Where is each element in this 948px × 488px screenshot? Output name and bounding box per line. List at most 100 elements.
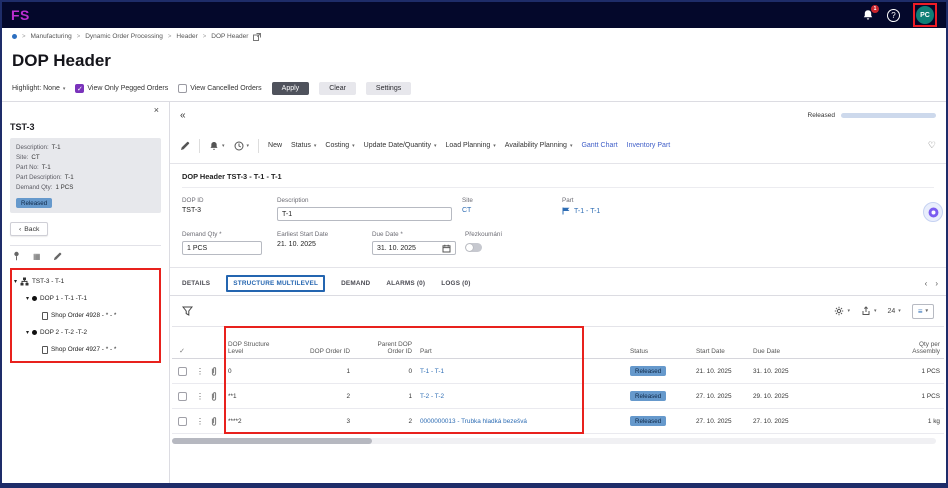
tree-node-dop1[interactable]: ▾ DOP 1 - T-1 -T-1 bbox=[14, 290, 157, 307]
notifications-button[interactable]: 1 bbox=[862, 5, 879, 21]
attachment-icon[interactable] bbox=[210, 366, 220, 377]
tree-expand-icon[interactable]: ▾ bbox=[26, 295, 29, 302]
home-dot-icon[interactable] bbox=[12, 34, 17, 39]
view-only-pegged-checkbox[interactable]: ✓ View Only Pegged Orders bbox=[75, 84, 168, 93]
attachment-icon[interactable] bbox=[210, 416, 220, 427]
inventory-part-link[interactable]: Inventory Part bbox=[627, 142, 671, 149]
col-header-order-id[interactable]: DOP Order ID bbox=[300, 326, 354, 359]
costing-dropdown[interactable]: Costing ▾ bbox=[325, 142, 354, 149]
review-label: Přezkoumání bbox=[465, 231, 503, 238]
availability-planning-dropdown[interactable]: Availability Planning ▾ bbox=[505, 142, 573, 149]
tabs-scroll-left-icon[interactable]: ‹ bbox=[925, 279, 928, 288]
alarms-dropdown[interactable]: ▾ bbox=[209, 141, 225, 151]
page-size-dropdown[interactable]: 24 ▾ bbox=[888, 308, 901, 315]
col-header-level[interactable]: DOP Structure Level bbox=[224, 326, 300, 359]
breadcrumb-item-dop[interactable]: Dynamic Order Processing bbox=[85, 33, 163, 40]
assistant-button[interactable] bbox=[923, 202, 943, 222]
row-menu-icon[interactable]: ⋮ bbox=[196, 392, 204, 401]
col-header-start[interactable]: Start Date bbox=[692, 326, 749, 359]
new-button[interactable]: New bbox=[268, 142, 282, 149]
cell-level: **1 bbox=[224, 383, 300, 409]
title-bar: DOP Header bbox=[2, 45, 946, 76]
col-header-parent[interactable]: Parent DOP Order ID bbox=[354, 326, 416, 359]
back-button[interactable]: ‹ Back bbox=[10, 222, 49, 236]
table-row[interactable]: ⋮ **1 2 1 T-2 - T-2 Released 27. 10. 202… bbox=[172, 383, 944, 409]
row-menu-icon[interactable]: ⋮ bbox=[196, 417, 204, 426]
external-link-icon[interactable] bbox=[253, 32, 262, 41]
site-link[interactable]: CT bbox=[462, 207, 562, 214]
tree-node-shop-order-4928[interactable]: Shop Order 4928 - * - * bbox=[14, 307, 157, 324]
ifs-logo[interactable]: FS bbox=[11, 7, 30, 23]
breadcrumb-item-manufacturing[interactable]: Manufacturing bbox=[31, 33, 72, 40]
row-checkbox[interactable] bbox=[177, 366, 187, 376]
filter-funnel-icon[interactable] bbox=[182, 306, 193, 316]
tab-demand[interactable]: DEMAND bbox=[341, 280, 370, 295]
part-link[interactable]: T-2 - T-2 bbox=[420, 393, 444, 400]
export-dropdown[interactable]: ▾ bbox=[861, 306, 877, 316]
breadcrumb-item-dop-header[interactable]: DOP Header bbox=[211, 33, 248, 40]
tree-node-shop-order-4927[interactable]: Shop Order 4927 - * - * bbox=[14, 341, 157, 358]
tree-node-root[interactable]: ▾ TST-3 - T-1 bbox=[14, 273, 157, 290]
tabs-scroll-right-icon[interactable]: › bbox=[935, 279, 938, 288]
tab-alarms[interactable]: ALARMS (0) bbox=[386, 280, 425, 295]
edit-pencil-icon[interactable] bbox=[53, 252, 62, 261]
help-button[interactable]: ? bbox=[887, 8, 900, 22]
breadcrumb-item-header[interactable]: Header bbox=[176, 33, 197, 40]
col-header-due[interactable]: Due Date bbox=[749, 326, 806, 359]
tree-node-dop2[interactable]: ▾ DOP 2 - T-2 -T-2 bbox=[14, 324, 157, 341]
info-value: CT bbox=[31, 154, 40, 161]
table-settings-dropdown[interactable]: ▾ bbox=[834, 306, 850, 316]
dop-structure-tree: ▾ TST-3 - T-1 ▾ DOP 1 - T-1 -T-1 Shop Or… bbox=[14, 273, 157, 358]
table-row[interactable]: ⋮ 0 1 0 T-1 - T-1 Released 21. 10. 2025 … bbox=[172, 358, 944, 384]
row-checkbox[interactable] bbox=[177, 416, 187, 426]
table-row[interactable]: ⋮ ****2 3 2 0000000013 - Trubka hladká b… bbox=[172, 408, 944, 434]
review-toggle[interactable] bbox=[465, 243, 482, 252]
tab-logs[interactable]: LOGS (0) bbox=[441, 280, 470, 295]
load-planning-dropdown[interactable]: Load Planning ▾ bbox=[446, 142, 496, 149]
select-all-check-icon[interactable]: ✓ bbox=[179, 348, 185, 355]
tree-expand-icon[interactable]: ▾ bbox=[14, 278, 17, 285]
settings-button[interactable]: Settings bbox=[365, 82, 412, 95]
status-progress-bar bbox=[841, 112, 936, 118]
part-link[interactable]: T-1 - T-1 bbox=[420, 368, 444, 375]
apply-button[interactable]: Apply bbox=[271, 82, 310, 95]
pin-icon[interactable] bbox=[12, 251, 21, 261]
history-dropdown[interactable]: ▾ bbox=[234, 141, 249, 151]
demand-qty-input[interactable]: 1 PCS bbox=[182, 241, 262, 255]
grid-icon[interactable]: ▦ bbox=[33, 252, 41, 261]
scrollbar-thumb[interactable] bbox=[172, 438, 372, 444]
row-menu-icon[interactable]: ⋮ bbox=[196, 367, 204, 376]
due-date-input[interactable]: 31. 10. 2025 bbox=[372, 241, 456, 255]
highlight-dropdown[interactable]: Highlight: None ▾ bbox=[12, 85, 65, 92]
chevron-down-icon: ▾ bbox=[313, 142, 317, 149]
col-header-status[interactable]: Status bbox=[626, 326, 692, 359]
tree-expand-icon[interactable]: ▾ bbox=[26, 329, 29, 336]
tab-details[interactable]: DETAILS bbox=[182, 280, 210, 295]
tab-structure-multilevel[interactable]: STRUCTURE MULTILEVEL bbox=[226, 275, 326, 292]
part-flag-icon bbox=[562, 207, 571, 215]
part-link[interactable]: 0000000013 - Trubka hladká bezešvá bbox=[420, 418, 527, 425]
cell-level: 0 bbox=[224, 358, 300, 384]
user-avatar[interactable]: PC bbox=[916, 6, 934, 24]
part-link[interactable]: T-1 - T-1 bbox=[562, 207, 600, 215]
description-input[interactable]: T-1 bbox=[277, 207, 452, 221]
view-cancelled-checkbox[interactable]: View Cancelled Orders bbox=[178, 84, 262, 93]
list-view-icon: ≡ bbox=[917, 306, 923, 316]
row-checkbox[interactable] bbox=[177, 391, 187, 401]
horizontal-scrollbar[interactable] bbox=[172, 438, 936, 444]
collapse-panel-icon[interactable]: « bbox=[180, 110, 186, 121]
status-dropdown[interactable]: Status ▾ bbox=[291, 142, 316, 149]
dop-node-icon bbox=[32, 330, 38, 335]
update-date-quantity-dropdown[interactable]: Update Date/Quantity ▾ bbox=[364, 142, 437, 149]
app-window: FS 1 ? PC > Manufacturing > Dynamic Orde… bbox=[0, 0, 948, 488]
calendar-icon[interactable] bbox=[442, 244, 451, 253]
col-header-qty[interactable]: Qty per Assembly bbox=[806, 326, 944, 359]
clear-button[interactable]: Clear bbox=[319, 82, 356, 95]
gantt-chart-link[interactable]: Gantt Chart bbox=[581, 142, 617, 149]
favorite-heart-icon[interactable]: ♡ bbox=[928, 140, 936, 151]
edit-pencil-icon[interactable] bbox=[180, 141, 190, 151]
attachment-icon[interactable] bbox=[210, 391, 220, 402]
close-icon[interactable]: × bbox=[154, 105, 159, 115]
col-header-part[interactable]: Part bbox=[416, 326, 626, 359]
view-mode-dropdown[interactable]: ≡ ▾ bbox=[911, 303, 934, 319]
